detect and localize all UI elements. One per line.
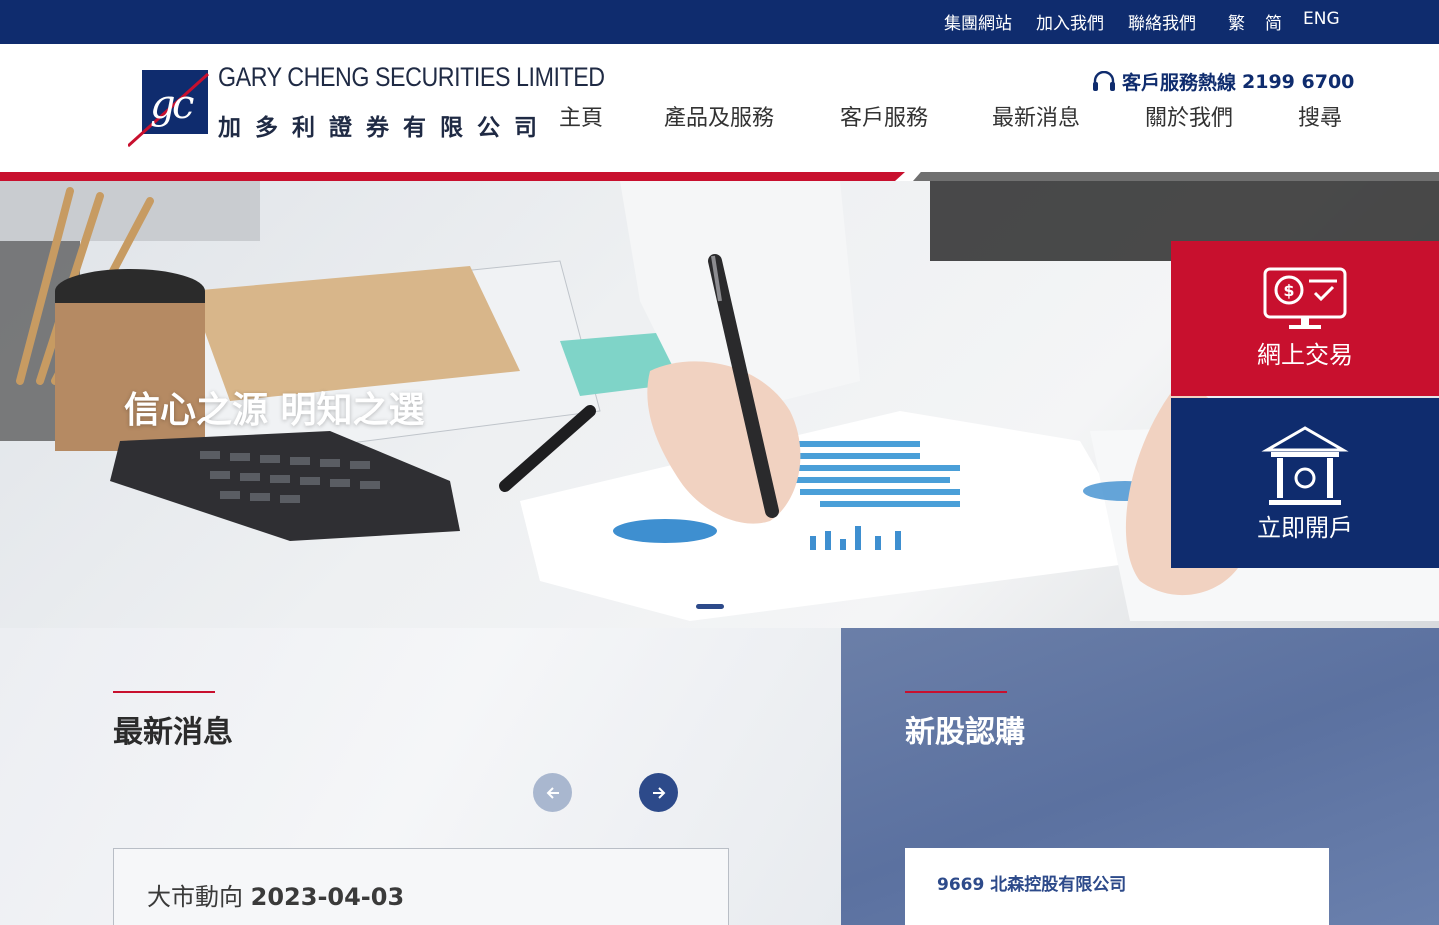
news-card-title: 大市動向 2023-04-03	[147, 877, 404, 912]
site-header: g c GARY CHENG SECURITIES LIMITED 加多利證券有…	[0, 44, 1439, 172]
nav-latest-news[interactable]: 最新消息	[992, 100, 1080, 132]
header-accent-stripe-red	[0, 172, 905, 181]
svg-text:$: $	[1283, 281, 1294, 300]
join-us-link[interactable]: 加入我們	[1036, 9, 1104, 34]
nav-products-services[interactable]: 產品及服務	[664, 100, 774, 132]
ipo-title-accent	[905, 691, 1007, 693]
nav-customer-service[interactable]: 客戶服務	[840, 100, 928, 132]
news-title-accent	[113, 691, 215, 693]
news-card[interactable]: 大市動向 2023-04-03	[113, 848, 729, 925]
top-utility-bar: 集團網站 加入我們 聯絡我們 繁 简 ENG	[0, 0, 1439, 44]
carousel-indicators	[696, 604, 745, 609]
carousel-dot-2[interactable]	[732, 604, 745, 609]
nav-search[interactable]: 搜尋	[1298, 100, 1342, 132]
header-accent-stripe-gray	[913, 172, 1439, 181]
svg-text:c: c	[172, 82, 194, 128]
headset-icon	[1093, 70, 1115, 91]
news-section-title: 最新消息	[113, 715, 233, 750]
bank-building-icon	[1261, 426, 1349, 505]
hotline-label: 客戶服務熱線	[1122, 72, 1237, 94]
hotline-number[interactable]: 2199 6700	[1242, 71, 1354, 93]
customer-hotline: 客戶服務熱線 2199 6700	[1092, 68, 1354, 95]
gc-monogram-logo[interactable]: g c	[128, 66, 210, 148]
hero-slogan: 信心之源 明知之選	[124, 390, 425, 431]
news-item-date: 2023-04-03	[250, 883, 405, 911]
news-next-button[interactable]	[639, 773, 678, 812]
ipo-section-title: 新股認購	[905, 715, 1025, 750]
contact-us-link[interactable]: 聯絡我們	[1128, 9, 1196, 34]
brand-name-en: GARY CHENG SECURITIES LIMITED	[218, 62, 605, 92]
nav-home[interactable]: 主頁	[559, 100, 603, 132]
carousel-dot-1[interactable]	[696, 604, 724, 609]
open-account-button[interactable]: 立即開戶	[1171, 398, 1439, 568]
online-trading-monitor-icon: $	[1263, 267, 1347, 329]
ipo-card: 9669 北森控股有限公司	[905, 848, 1329, 925]
news-item-label: 大市動向	[147, 883, 243, 911]
news-prev-button[interactable]	[533, 773, 572, 812]
arrow-right-icon	[652, 786, 665, 799]
group-website-link[interactable]: 集團網站	[944, 9, 1012, 34]
online-trading-button[interactable]: $ 網上交易	[1171, 241, 1439, 396]
lang-traditional-link[interactable]: 繁	[1228, 9, 1245, 34]
lang-simplified-link[interactable]: 简	[1265, 9, 1282, 34]
nav-about-us[interactable]: 關於我們	[1145, 100, 1233, 132]
brand-name-zh: 加多利證券有限公司	[218, 115, 551, 141]
lang-english-link[interactable]: ENG	[1303, 9, 1340, 29]
ipo-item-link[interactable]: 9669 北森控股有限公司	[937, 870, 1126, 895]
open-account-label: 立即開戶	[1257, 514, 1353, 542]
online-trading-label: 網上交易	[1257, 341, 1353, 369]
arrow-left-icon	[546, 786, 559, 799]
